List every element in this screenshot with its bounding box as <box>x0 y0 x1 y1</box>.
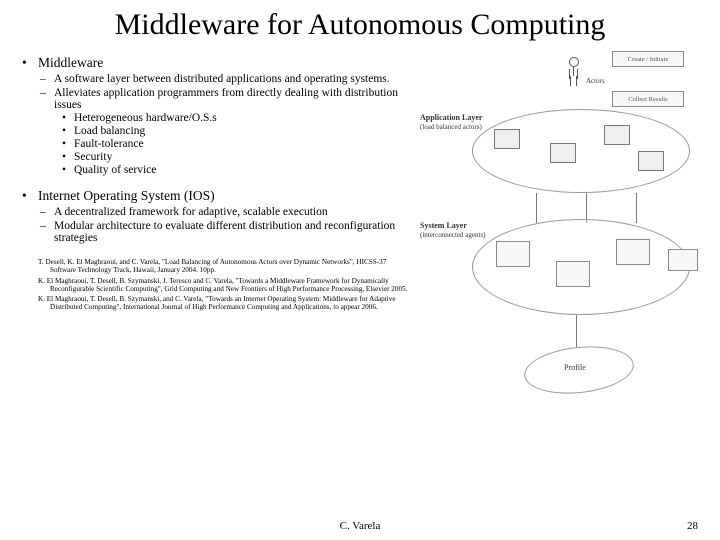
link-line <box>636 193 637 223</box>
reference: T. Desell, K. El Maghraoui, and C. Varel… <box>38 258 408 275</box>
sub-bullet: Load balancing <box>20 125 408 137</box>
agent-node <box>556 261 590 287</box>
system-layer-sublabel: (interconnected agents) <box>420 231 486 239</box>
application-layer-sublabel: (load balanced actors) <box>420 123 482 131</box>
link-line <box>536 193 537 223</box>
sub-bullet: Fault-tolerance <box>20 138 408 150</box>
profile-label: Profile <box>564 363 586 372</box>
footer-page-number: 28 <box>687 520 698 532</box>
diagram-column: Create / Initiate Actors Collect Results… <box>416 51 700 421</box>
slide-title: Middleware for Autonomous Computing <box>20 8 700 41</box>
bullet-item: Alleviates application programmers from … <box>20 87 408 111</box>
section-middleware: Middleware <box>20 55 408 71</box>
sub-bullet: Security <box>20 151 408 163</box>
agent-node <box>496 241 530 267</box>
computer-icon <box>604 125 630 145</box>
create-initiate-box: Create / Initiate <box>612 51 684 67</box>
system-layer-label: System Layer <box>420 221 467 230</box>
sub-bullet: Quality of service <box>20 164 408 176</box>
link-line <box>576 315 577 347</box>
section-ios: Internet Operating System (IOS) <box>20 188 408 204</box>
content-left: Middleware A software layer between dist… <box>20 51 408 421</box>
references-block: T. Desell, K. El Maghraoui, and C. Varel… <box>20 258 408 312</box>
bullet-item: A software layer between distributed app… <box>20 73 408 85</box>
computer-icon <box>550 143 576 163</box>
architecture-diagram: Create / Initiate Actors Collect Results… <box>416 51 700 421</box>
agent-node <box>668 249 698 271</box>
user-actor-icon <box>566 57 580 79</box>
agent-node <box>616 239 650 265</box>
reference: K. El Maghraoui, T. Desell, B. Szymanski… <box>38 295 408 312</box>
computer-icon <box>638 151 664 171</box>
section-heading: Middleware <box>38 55 103 70</box>
sub-bullet: Heterogeneous hardware/O.S.s <box>20 112 408 124</box>
actors-label: Actors <box>586 77 605 85</box>
reference: K. El Maghraoui, T. Desell, B. Szymanski… <box>38 277 408 294</box>
footer-author: C. Varela <box>0 520 720 532</box>
collect-results-box: Collect Results <box>612 91 684 107</box>
bullet-item: A decentralized framework for adaptive, … <box>20 206 408 218</box>
application-layer-label: Application Layer <box>420 113 482 122</box>
section-heading: Internet Operating System (IOS) <box>38 188 215 203</box>
bullet-item: Modular architecture to evaluate differe… <box>20 220 408 244</box>
computer-icon <box>494 129 520 149</box>
